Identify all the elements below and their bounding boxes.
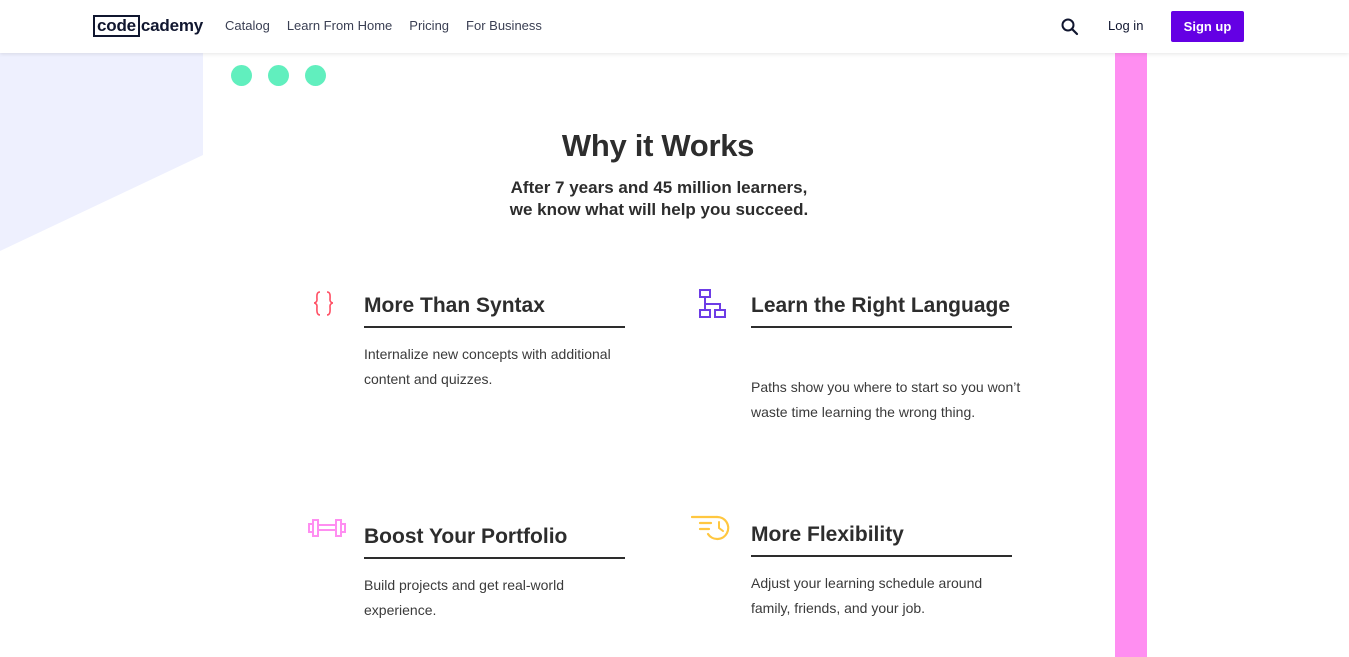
page: code cademy Catalog Learn From Home Pric… [0, 0, 1349, 657]
feature-title: Boost Your Portfolio [364, 520, 625, 559]
logo-boxed-text: code [93, 14, 140, 37]
search-icon[interactable] [1060, 17, 1080, 37]
signup-button[interactable]: Sign up [1171, 11, 1244, 42]
login-link[interactable]: Log in [1108, 17, 1143, 35]
flowchart-icon [697, 289, 731, 326]
dumbbell-icon [308, 517, 348, 546]
feature-title: Learn the Right Language [751, 289, 1012, 328]
codecademy-logo[interactable]: code cademy [93, 14, 203, 37]
feature-description: Internalize new concepts with additional… [364, 346, 611, 387]
mint-dot [268, 65, 289, 86]
main-nav: Catalog Learn From Home Pricing For Busi… [225, 17, 559, 35]
decorative-dots [231, 65, 326, 86]
subtitle-line-1: After 7 years and 45 million learners, [510, 178, 808, 197]
feature-description: Build projects and get real-world experi… [364, 577, 564, 618]
nav-catalog[interactable]: Catalog [225, 17, 270, 35]
mint-dot [305, 65, 326, 86]
section-subtitle: After 7 years and 45 million learners, w… [0, 177, 1318, 221]
nav-learn-from-home[interactable]: Learn From Home [287, 17, 392, 35]
curly-braces-icon [308, 289, 342, 324]
mint-dot [231, 65, 252, 86]
nav-for-business[interactable]: For Business [466, 17, 542, 35]
feature-description: Paths show you where to start so you won… [751, 379, 1021, 420]
fast-clock-icon [690, 514, 735, 547]
feature-description: Adjust your learning schedule around fam… [751, 575, 983, 616]
subtitle-line-2: we know what will help you succeed. [509, 200, 809, 219]
nav-pricing[interactable]: Pricing [409, 17, 449, 35]
feature-title: More Than Syntax [364, 289, 625, 328]
logo-rest-text: cademy [140, 15, 204, 35]
top-nav-bar: code cademy Catalog Learn From Home Pric… [0, 0, 1349, 53]
feature-title: More Flexibility [751, 518, 1012, 557]
section-title: Why it Works [561, 128, 755, 163]
